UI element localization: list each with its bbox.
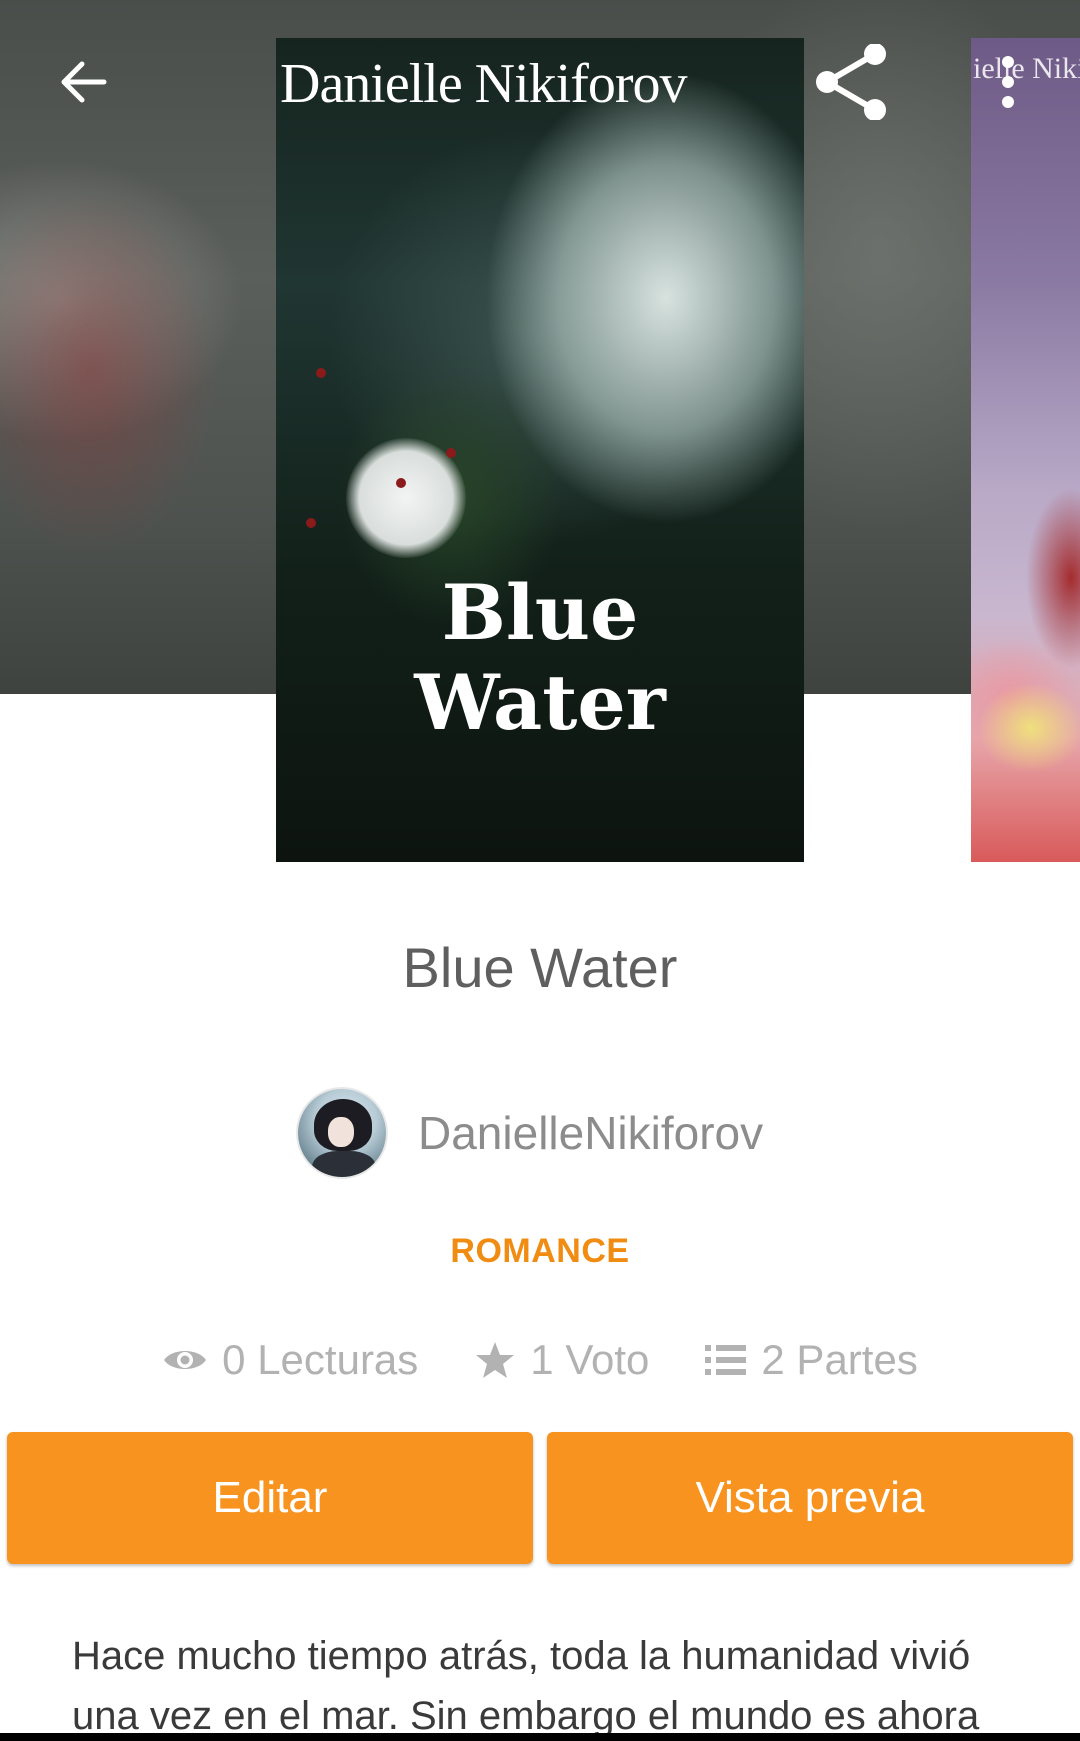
cover-title-text: Blue Water — [276, 568, 804, 748]
reads-stat: 0 Lecturas — [162, 1336, 418, 1384]
next-book-cover[interactable]: ielle Nikif — [971, 38, 1080, 862]
star-icon — [476, 1342, 515, 1378]
more-vertical-icon — [1002, 56, 1014, 108]
story-title: Blue Water — [402, 936, 678, 999]
cover-decoration — [306, 518, 316, 528]
screen-bottom-edge — [0, 1733, 1080, 1741]
story-details-screen: Danielle Nikiforov Blue Water ielle Niki… — [0, 0, 1080, 1741]
cover-title-line: Water — [414, 658, 666, 747]
back-button[interactable] — [36, 34, 132, 130]
arrow-left-icon — [61, 61, 107, 103]
cover-title-line: Blue — [441, 568, 639, 657]
avatar-body — [312, 1151, 376, 1177]
votes-stat: 1 Voto — [474, 1336, 649, 1384]
reads-count: 0 Lecturas — [222, 1336, 419, 1383]
cover-decoration — [316, 368, 326, 378]
author-row[interactable]: DanielleNikiforov — [296, 1087, 763, 1179]
parts-stat: 2 Partes — [705, 1336, 918, 1384]
story-description: Hace mucho tiempo atrás, toda la humanid… — [72, 1634, 980, 1738]
cover-author-text: Danielle Nikiforov — [280, 53, 688, 115]
story-stats: 0 Lecturas 1 Voto 2 Partes — [0, 1330, 1080, 1390]
edit-button[interactable]: Editar — [7, 1432, 533, 1564]
preview-button[interactable]: Vista previa — [547, 1432, 1073, 1564]
list-icon — [705, 1345, 747, 1375]
book-cover[interactable]: Danielle Nikiforov Blue Water — [276, 38, 804, 862]
parts-count: 2 Partes — [761, 1336, 918, 1383]
author-avatar[interactable] — [296, 1087, 388, 1179]
cover-decoration — [446, 448, 456, 458]
share-icon — [816, 44, 886, 120]
eye-icon — [164, 1351, 207, 1369]
avatar-face — [328, 1117, 354, 1147]
genre-label[interactable]: ROMANCE — [0, 1232, 1080, 1271]
votes-count: 1 Voto — [530, 1336, 650, 1383]
more-options-button[interactable] — [960, 34, 1056, 130]
cover-decoration — [396, 478, 406, 488]
share-button[interactable] — [803, 34, 899, 130]
author-name[interactable]: DanielleNikiforov — [418, 1106, 763, 1160]
